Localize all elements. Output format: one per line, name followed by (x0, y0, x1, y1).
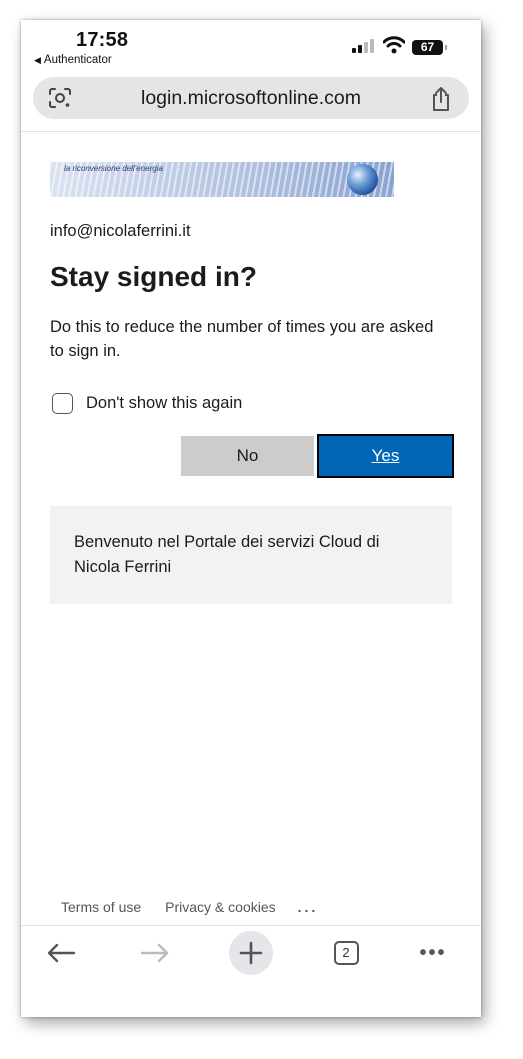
arrow-left-icon (47, 943, 76, 963)
cellular-signal-icon (352, 39, 374, 53)
back-to-app-link[interactable]: ◀ Authenticator (34, 54, 112, 66)
battery-indicator: 67 (412, 40, 443, 55)
tab-count: 2 (333, 941, 359, 965)
terms-of-use-link[interactable]: Terms of use (61, 899, 141, 915)
globe-icon (347, 164, 378, 195)
arrow-right-icon (140, 943, 169, 963)
phone-screen: 17:58 ◀ Authenticator 67 login.microsoft… (21, 20, 481, 1017)
wifi-icon (383, 36, 405, 54)
back-app-label: Authenticator (43, 54, 112, 66)
welcome-text: Benvenuto nel Portale dei servizi Cloud … (74, 533, 380, 576)
back-triangle-icon: ◀ (34, 54, 41, 65)
privacy-cookies-link[interactable]: Privacy & cookies (165, 899, 275, 915)
top-divider (21, 131, 481, 132)
dont-show-again-label[interactable]: Don't show this again (86, 394, 242, 413)
company-banner-logo: la riconversione dell'energia (50, 162, 394, 197)
more-menu-button[interactable]: ••• (413, 931, 453, 975)
new-tab-button[interactable] (229, 931, 273, 975)
status-time: 17:58 (76, 29, 129, 51)
tab-switcher-button[interactable]: 2 (326, 931, 366, 975)
page-title: Stay signed in? (50, 261, 257, 292)
share-icon[interactable] (429, 86, 453, 112)
account-email: info@nicolaferrini.it (50, 222, 191, 240)
dont-show-again-checkbox-row[interactable]: Don't show this again (52, 393, 242, 414)
bottom-divider (21, 925, 481, 926)
url-text[interactable]: login.microsoftonline.com (33, 87, 469, 110)
plus-icon (239, 941, 263, 965)
no-button[interactable]: No (181, 436, 314, 476)
battery-cap (445, 45, 447, 50)
address-bar[interactable]: login.microsoftonline.com (33, 77, 469, 119)
dont-show-again-checkbox[interactable] (52, 393, 73, 414)
welcome-info-box: Benvenuto nel Portale dei servizi Cloud … (50, 506, 452, 604)
footer-more-button[interactable]: ... (298, 899, 319, 915)
yes-button[interactable]: Yes (317, 434, 454, 478)
footer-links: Terms of use Privacy & cookies ... (61, 899, 318, 915)
page-description: Do this to reduce the number of times yo… (50, 318, 434, 360)
banner-tagline: la riconversione dell'energia (64, 164, 163, 173)
back-button[interactable] (41, 931, 81, 975)
forward-button[interactable] (135, 931, 175, 975)
